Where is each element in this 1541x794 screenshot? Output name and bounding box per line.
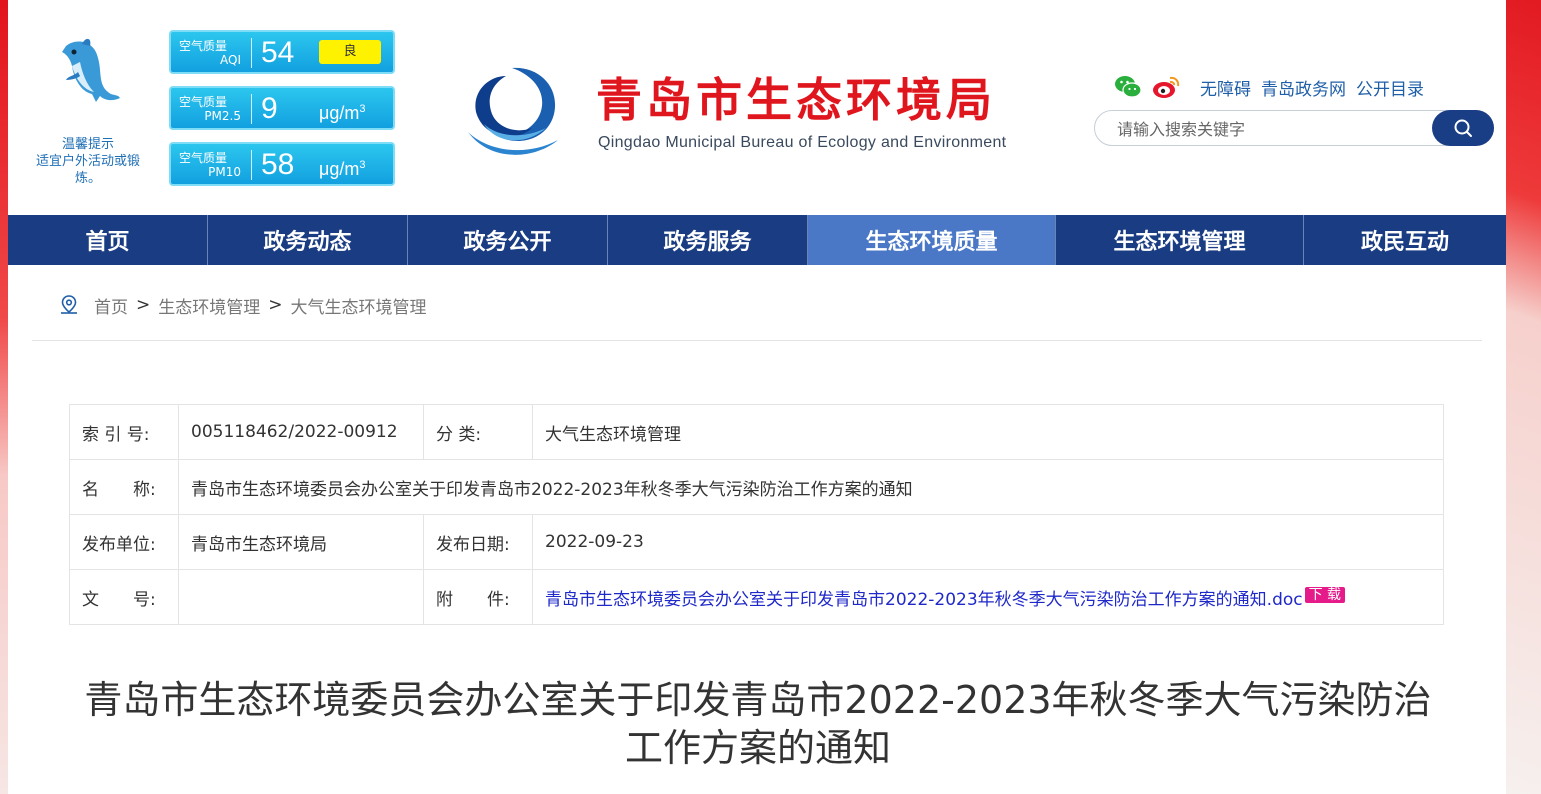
publisher-label: 发布单位: <box>69 514 179 570</box>
attachment-link[interactable]: 青岛市生态环境委员会办公室关于印发青岛市2022-2023年秋冬季大气污染防治工… <box>545 590 1303 610</box>
pm25-panel: 空气质量 PM2.5 9 μg/m3 <box>169 86 395 130</box>
pm25-unit: μg/m3 <box>319 98 366 124</box>
pm10-label: 空气质量 PM10 <box>179 151 245 179</box>
location-pin-icon <box>61 295 77 314</box>
search-bar <box>1094 110 1494 146</box>
pm10-value: 58 <box>261 148 295 181</box>
breadcrumb: 首页 > 生态环境管理 > 大气生态环境管理 <box>58 292 427 318</box>
attachment-label: 附 件: <box>423 569 533 625</box>
weather-tip-text: 适宜户外活动或锻炼。 <box>35 154 140 186</box>
document-info-table: 索 引 号: 005118462/2022-00912 分 类: 大气生态环境管… <box>69 404 1444 625</box>
aqi-label-bottom: AQI <box>220 53 241 67</box>
index-label: 索 引 号: <box>69 404 179 460</box>
pm25-value: 9 <box>261 92 278 125</box>
aqi-separator <box>251 38 252 68</box>
page-background-right <box>1505 0 1541 794</box>
nav-item-home[interactable]: 首页 <box>8 215 208 265</box>
breadcrumb-separator: > <box>268 295 283 315</box>
search-button[interactable] <box>1432 110 1494 146</box>
search-icon <box>1454 119 1472 137</box>
table-row: 文 号: 附 件: 青岛市生态环境委员会办公室关于印发青岛市2022-2023年… <box>69 569 1444 625</box>
pm10-label-top: 空气质量 <box>179 151 228 165</box>
breadcrumb-air-management[interactable]: 大气生态环境管理 <box>291 293 427 318</box>
aqi-level-badge: 良 <box>319 40 381 64</box>
publish-date-label: 发布日期: <box>423 514 533 570</box>
pm25-label: 空气质量 PM2.5 <box>179 95 245 123</box>
publisher-value: 青岛市生态环境局 <box>178 514 424 570</box>
page-background-left <box>0 0 8 794</box>
nav-item-gov-service[interactable]: 政务服务 <box>608 215 808 265</box>
table-row: 发布单位: 青岛市生态环境局 发布日期: 2022-09-23 <box>69 514 1444 570</box>
category-label: 分 类: <box>423 404 533 460</box>
link-qingdao-gov[interactable]: 青岛政务网 <box>1261 75 1346 100</box>
nav-item-gov-open[interactable]: 政务公开 <box>408 215 608 265</box>
aqi-value: 54 <box>261 36 295 69</box>
pm10-label-bottom: PM10 <box>208 165 241 179</box>
nav-item-interaction[interactable]: 政民互动 <box>1304 215 1506 265</box>
category-value: 大气生态环境管理 <box>532 404 1444 460</box>
bureau-logo-icon[interactable] <box>462 62 566 162</box>
pm10-panel: 空气质量 PM10 58 μg/m3 <box>169 142 395 186</box>
page-container: 温馨提示 适宜户外活动或锻炼。 空气质量 AQI 54 良 空气质量 PM2.5… <box>8 0 1506 794</box>
breadcrumb-separator: > <box>136 295 151 315</box>
pm25-label-top: 空气质量 <box>179 95 228 109</box>
table-row: 索 引 号: 005118462/2022-00912 分 类: 大气生态环境管… <box>69 404 1444 460</box>
weibo-icon[interactable] <box>1152 74 1180 100</box>
index-value: 005118462/2022-00912 <box>178 404 424 460</box>
site-title-en: Qingdao Municipal Bureau of Ecology and … <box>598 134 1007 151</box>
attachment-cell: 青岛市生态环境委员会办公室关于印发青岛市2022-2023年秋冬季大气污染防治工… <box>532 569 1444 625</box>
pm25-unit-sup: 3 <box>359 103 366 115</box>
main-nav: 首页 政务动态 政务公开 政务服务 生态环境质量 生态环境管理 政民互动 <box>8 215 1506 265</box>
search-input[interactable] <box>1117 117 1417 141</box>
site-title-cn: 青岛市生态环境局 <box>596 73 996 127</box>
aqi-label-top: 空气质量 <box>179 39 228 53</box>
publish-date-value: 2022-09-23 <box>532 514 1444 570</box>
pm25-separator <box>251 94 252 124</box>
aqi-label: 空气质量 AQI <box>179 39 245 67</box>
document-title: 青岛市生态环境委员会办公室关于印发青岛市2022-2023年秋冬季大气污染防治工… <box>84 678 1432 770</box>
name-value: 青岛市生态环境委员会办公室关于印发青岛市2022-2023年秋冬季大气污染防治工… <box>178 459 1444 515</box>
doc-number-label: 文 号: <box>69 569 179 625</box>
breadcrumb-home[interactable]: 首页 <box>94 293 128 318</box>
pm10-unit: μg/m3 <box>319 154 366 180</box>
link-public-catalog[interactable]: 公开目录 <box>1356 75 1424 100</box>
aqi-panel: 空气质量 AQI 54 良 <box>169 30 395 74</box>
breadcrumb-eco-management[interactable]: 生态环境管理 <box>158 293 260 318</box>
pm25-label-bottom: PM2.5 <box>204 109 241 123</box>
wechat-icon[interactable] <box>1114 74 1142 100</box>
nav-item-eco-quality[interactable]: 生态环境质量 <box>808 215 1056 265</box>
divider <box>32 340 1482 341</box>
pm25-unit-text: μg/m <box>319 103 360 123</box>
pm10-unit-text: μg/m <box>319 159 360 179</box>
header: 温馨提示 适宜户外活动或锻炼。 空气质量 AQI 54 良 空气质量 PM2.5… <box>8 0 1506 215</box>
weather-tip-title: 温馨提示 <box>61 137 114 152</box>
table-row: 名 称: 青岛市生态环境委员会办公室关于印发青岛市2022-2023年秋冬季大气… <box>69 459 1444 515</box>
top-links: 无障碍 青岛政务网 公开目录 <box>1114 74 1424 100</box>
nav-item-eco-management[interactable]: 生态环境管理 <box>1056 215 1304 265</box>
dolphin-mascot-icon <box>62 38 120 102</box>
nav-item-gov-news[interactable]: 政务动态 <box>208 215 408 265</box>
pm10-separator <box>251 150 252 180</box>
link-accessibility[interactable]: 无障碍 <box>1200 75 1251 100</box>
pm10-unit-sup: 3 <box>359 159 366 171</box>
weather-tip: 温馨提示 适宜户外活动或锻炼。 <box>28 136 148 187</box>
doc-number-value <box>178 569 424 625</box>
download-button[interactable]: 下 载 <box>1304 586 1346 603</box>
name-label: 名 称: <box>69 459 179 515</box>
